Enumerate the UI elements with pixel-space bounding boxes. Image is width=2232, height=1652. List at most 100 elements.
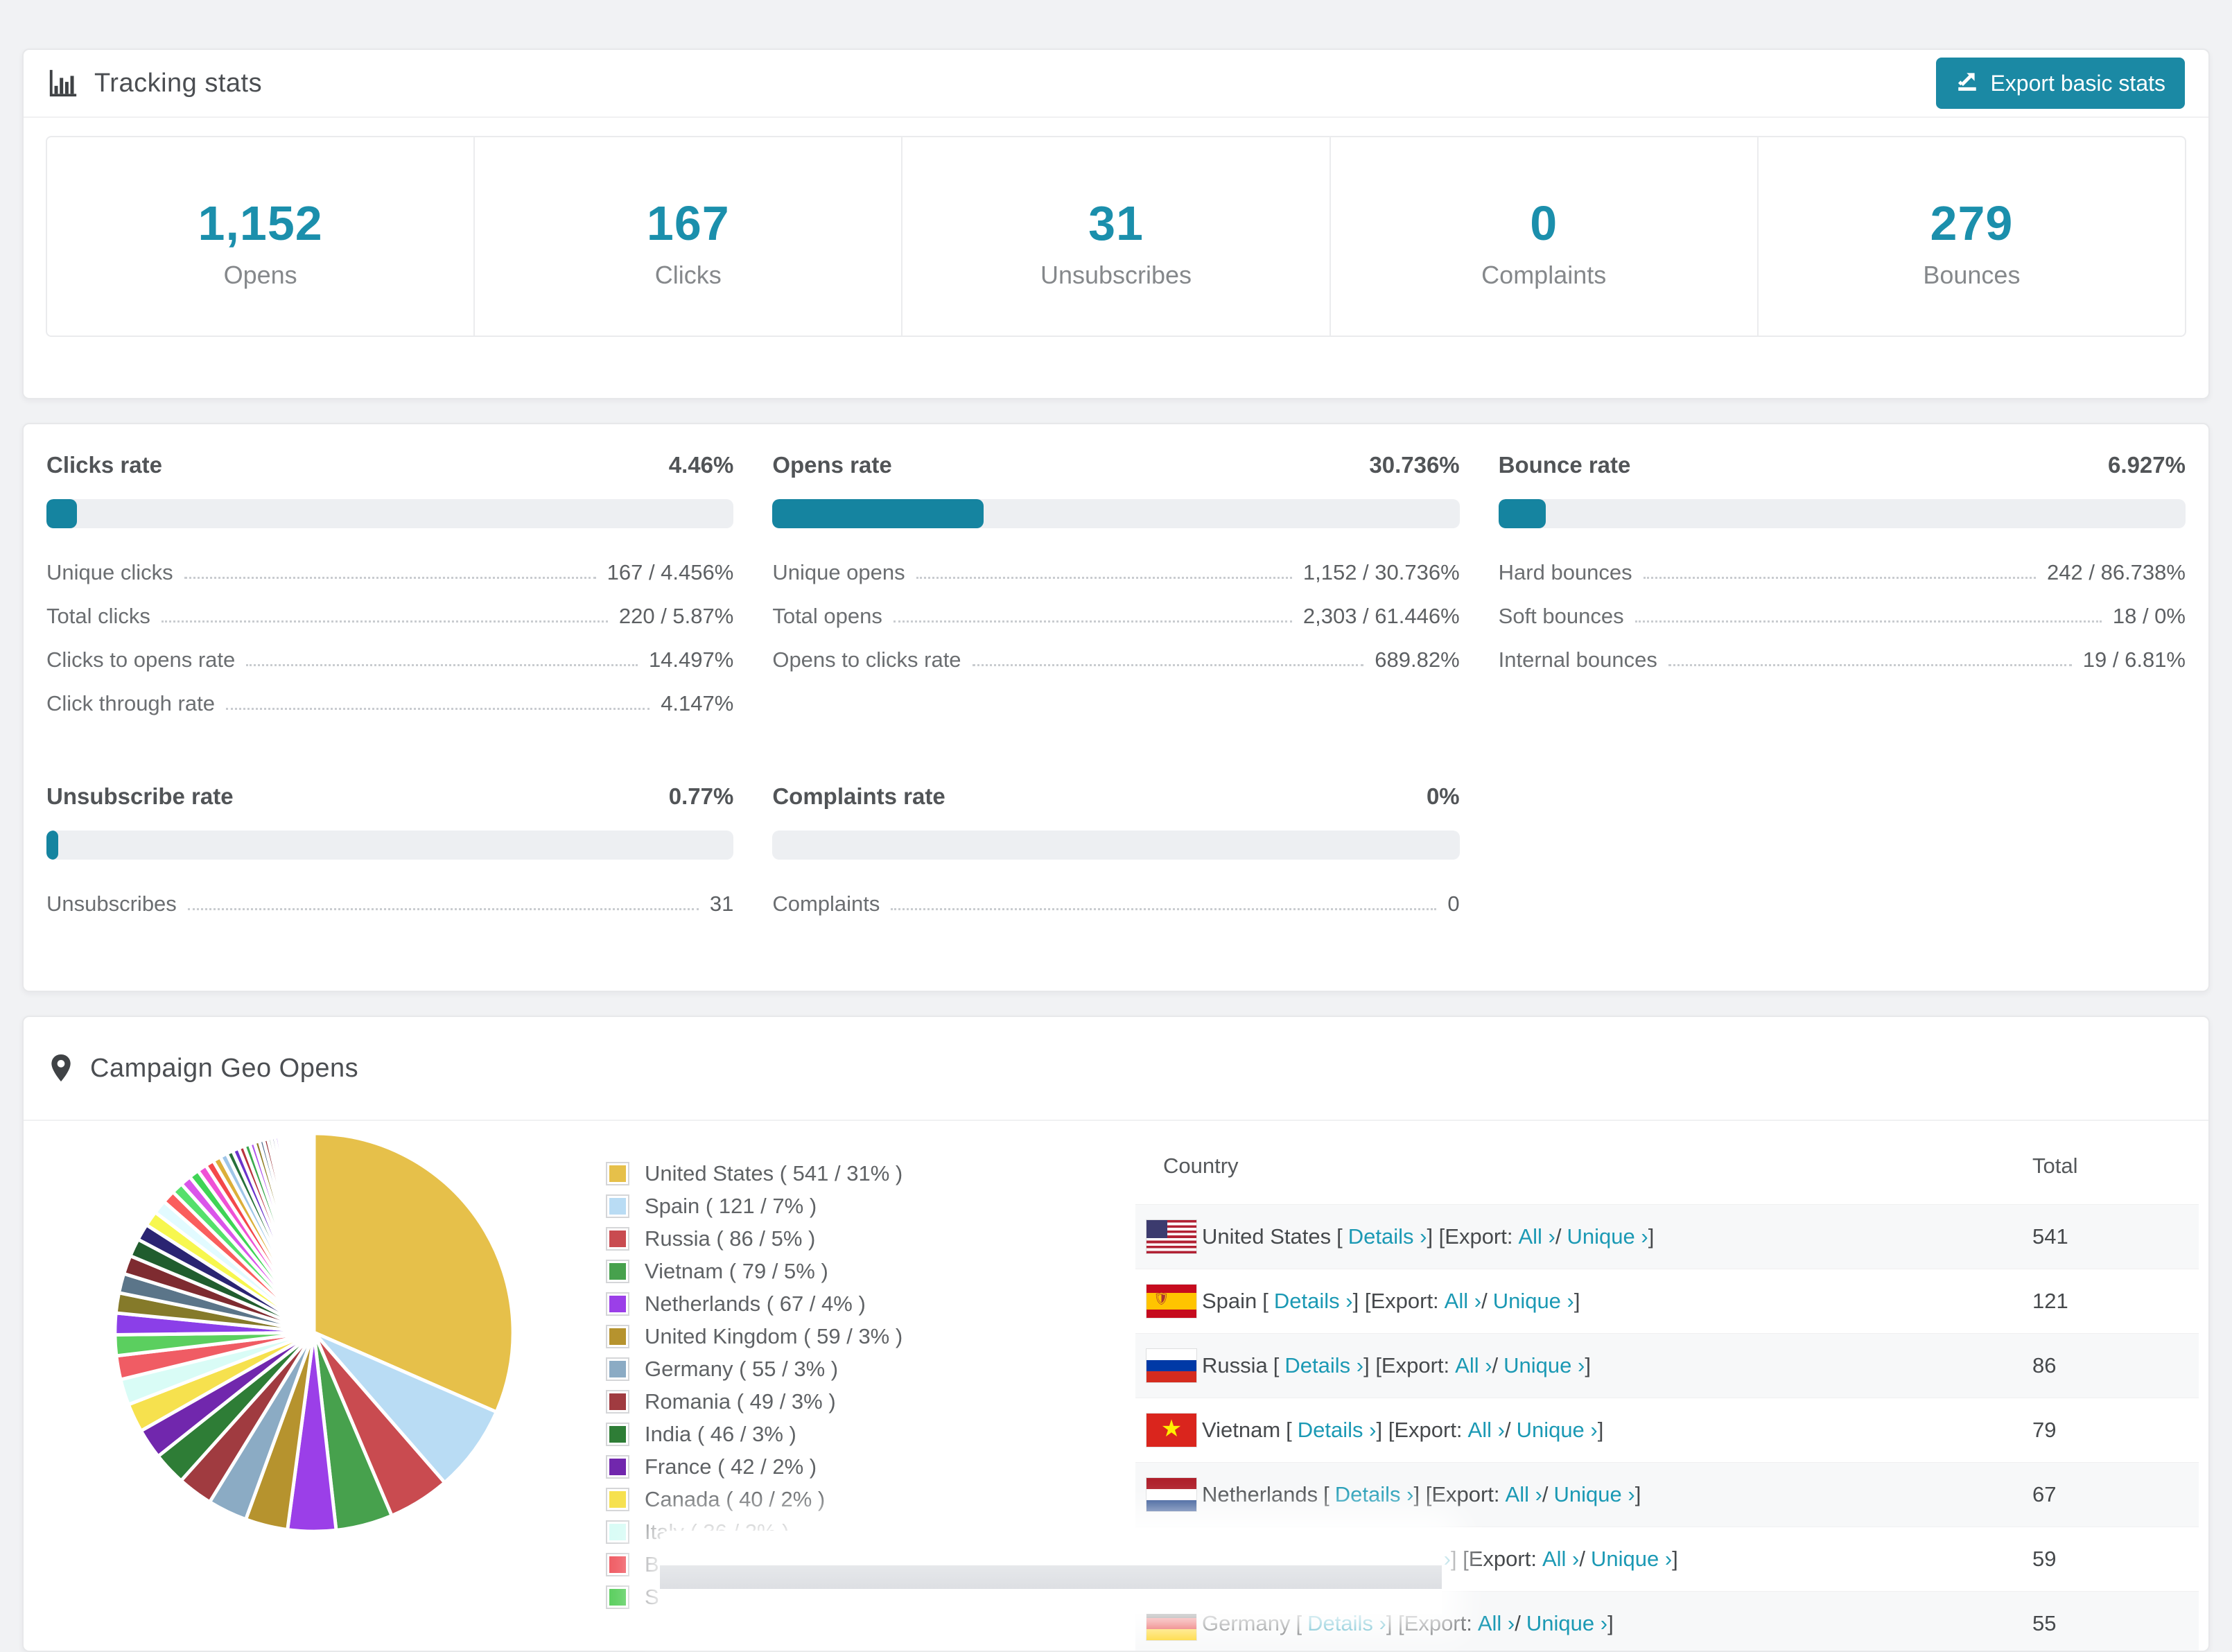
legend-swatch — [606, 1292, 629, 1316]
export-unique-link[interactable]: Unique › — [1503, 1353, 1585, 1378]
bounce-rate-title: Bounce rate — [1498, 452, 1631, 478]
export-unique-link[interactable]: Unique › — [1591, 1547, 1672, 1572]
tracking-stats-title-text: Tracking stats — [94, 68, 263, 98]
stat-label: Unsubscribes — [1040, 261, 1192, 289]
export-all-link[interactable]: All › — [1445, 1289, 1481, 1314]
legend-item: Russia ( 86 / 5% ) — [606, 1226, 1022, 1251]
stat-label: Opens — [223, 261, 297, 289]
stat-detail-row: Click through rate 4.147% — [46, 691, 734, 715]
export-unique-link[interactable]: Unique › — [1517, 1418, 1598, 1443]
export-all-link[interactable]: All › — [1542, 1547, 1579, 1572]
dotted-leader — [891, 908, 1437, 910]
export-all-link[interactable]: All › — [1468, 1418, 1505, 1443]
details-link[interactable]: Details › — [1284, 1353, 1363, 1378]
country-name: Spain — [1202, 1289, 1257, 1313]
stat-detail-row: Clicks to opens rate 14.497% — [46, 647, 734, 672]
legend-swatch — [606, 1585, 629, 1609]
legend-item: United States ( 541 / 31% ) — [606, 1161, 1022, 1186]
export-icon — [1955, 69, 1979, 98]
pie-slice — [311, 1131, 316, 1334]
export-all-link[interactable]: All › — [1455, 1353, 1492, 1378]
legend-label: Russia ( 86 / 5% ) — [645, 1226, 816, 1251]
total-cell: 86 — [2032, 1353, 2057, 1377]
stat-detail-row: Total clicks 220 / 5.87% — [46, 604, 734, 628]
dotted-leader — [893, 620, 1292, 623]
country-cell: United States [ Details › ] [Export: All… — [1146, 1220, 2032, 1253]
country-name: United States — [1202, 1224, 1332, 1249]
stats-summary: 1,152 Opens 167 Clicks 31 Unsubscribes 0… — [24, 118, 2208, 398]
stat-value: 279 — [1930, 196, 2014, 250]
clicks-rate-progress — [46, 499, 734, 528]
unsubscribe-rate-title: Unsubscribe rate — [46, 783, 234, 809]
stat-detail-row: Unique clicks 167 / 4.456% — [46, 560, 734, 584]
bounce-rate-progress — [1498, 499, 2186, 528]
geo-table-header: Country Total — [1135, 1128, 2199, 1204]
table-row: Russia [ Details › ] [Export: All › / Un… — [1135, 1333, 2199, 1398]
legend-label: Romania ( 49 / 3% ) — [645, 1389, 836, 1414]
stat-value: 167 — [646, 196, 730, 250]
legend-swatch — [606, 1455, 629, 1479]
opens-rate-block: Opens rate 30.736% Unique opens 1,152 / … — [772, 452, 1460, 735]
export-button-label: Export basic stats — [1990, 70, 2165, 96]
country-flag-icon — [1146, 1220, 1196, 1253]
tracking-stats-title: Tracking stats — [47, 67, 262, 99]
bounce-rate-value: 6.927% — [2108, 452, 2186, 478]
tracking-stats-card: Tracking stats Export basic stats 1,152 … — [22, 49, 2210, 399]
legend-swatch — [606, 1194, 629, 1218]
details-link[interactable]: Details › — [1307, 1611, 1386, 1636]
total-cell: 79 — [2032, 1418, 2057, 1442]
total-cell: 541 — [2032, 1224, 2068, 1249]
legend-swatch — [606, 1162, 629, 1185]
country-cell: Spain [ Details › ] [Export: All › / Uni… — [1146, 1285, 2032, 1318]
legend-item: Romania ( 49 / 3% ) — [606, 1389, 1022, 1414]
opens-rate-progress-fill — [772, 499, 984, 528]
country-cell: Vietnam [ Details › ] [Export: All › / U… — [1146, 1414, 2032, 1447]
country-cell: Netherlands [ Details › ] [Export: All ›… — [1146, 1478, 2032, 1511]
stat-value: 0 — [1530, 196, 1558, 250]
legend-label: Canada ( 40 / 2% ) — [645, 1487, 826, 1511]
dotted-leader — [225, 708, 650, 710]
export-unique-link[interactable]: Unique › — [1567, 1224, 1648, 1249]
dotted-leader — [184, 577, 596, 579]
bounce-rate-progress-fill — [1498, 499, 1546, 528]
legend-label: Netherlands ( 67 / 4% ) — [645, 1292, 866, 1316]
country-flag-icon — [1146, 1285, 1196, 1318]
details-link[interactable]: Details › — [1274, 1289, 1353, 1314]
table-row: Spain [ Details › ] [Export: All › / Uni… — [1135, 1269, 2199, 1333]
legend-swatch — [606, 1553, 629, 1576]
export-unique-link[interactable]: Unique › — [1526, 1611, 1607, 1636]
export-basic-stats-button[interactable]: Export basic stats — [1936, 58, 2185, 109]
geo-pie-chart — [110, 1128, 518, 1540]
bottom-strip — [660, 1565, 1442, 1589]
stat-label: Clicks — [654, 261, 722, 289]
total-cell: 55 — [2032, 1611, 2057, 1635]
dotted-leader — [246, 664, 638, 666]
details-link[interactable]: Details › — [1335, 1482, 1414, 1507]
stats-box: 1,152 Opens 167 Clicks 31 Unsubscribes 0… — [46, 136, 2186, 337]
stat-label: Bounces — [1923, 261, 2021, 289]
stat-detail-row: Hard bounces 242 / 86.738% — [1498, 560, 2186, 584]
details-link[interactable]: Details › — [1348, 1224, 1427, 1249]
dotted-leader — [1668, 664, 2072, 666]
legend-swatch — [606, 1423, 629, 1446]
stat-cell: 279 Bounces — [1756, 137, 2185, 336]
export-all-link[interactable]: All › — [1478, 1611, 1515, 1636]
page: Tracking stats Export basic stats 1,152 … — [0, 0, 2232, 1652]
legend-swatch — [606, 1260, 629, 1283]
legend-label: Spain ( 121 / 7% ) — [645, 1194, 817, 1218]
stat-label: Complaints — [1481, 261, 1607, 289]
export-unique-link[interactable]: Unique › — [1554, 1482, 1635, 1507]
legend-label: France ( 42 / 2% ) — [645, 1454, 817, 1479]
export-unique-link[interactable]: Unique › — [1493, 1289, 1574, 1314]
unsubscribe-rate-progress-fill — [46, 831, 58, 860]
export-all-link[interactable]: All › — [1518, 1224, 1555, 1249]
export-all-link[interactable]: All › — [1506, 1482, 1542, 1507]
table-row: Vietnam [ Details › ] [Export: All › / U… — [1135, 1398, 2199, 1462]
clicks-rate-value: 4.46% — [668, 452, 734, 478]
details-link[interactable]: Details › — [1298, 1418, 1377, 1443]
country-name: Netherlands — [1202, 1482, 1318, 1506]
total-cell: 67 — [2032, 1482, 2057, 1506]
legend-swatch — [606, 1520, 629, 1544]
stat-detail-row: Total opens 2,303 / 61.446% — [772, 604, 1460, 628]
clicks-rate-progress-fill — [46, 499, 78, 528]
